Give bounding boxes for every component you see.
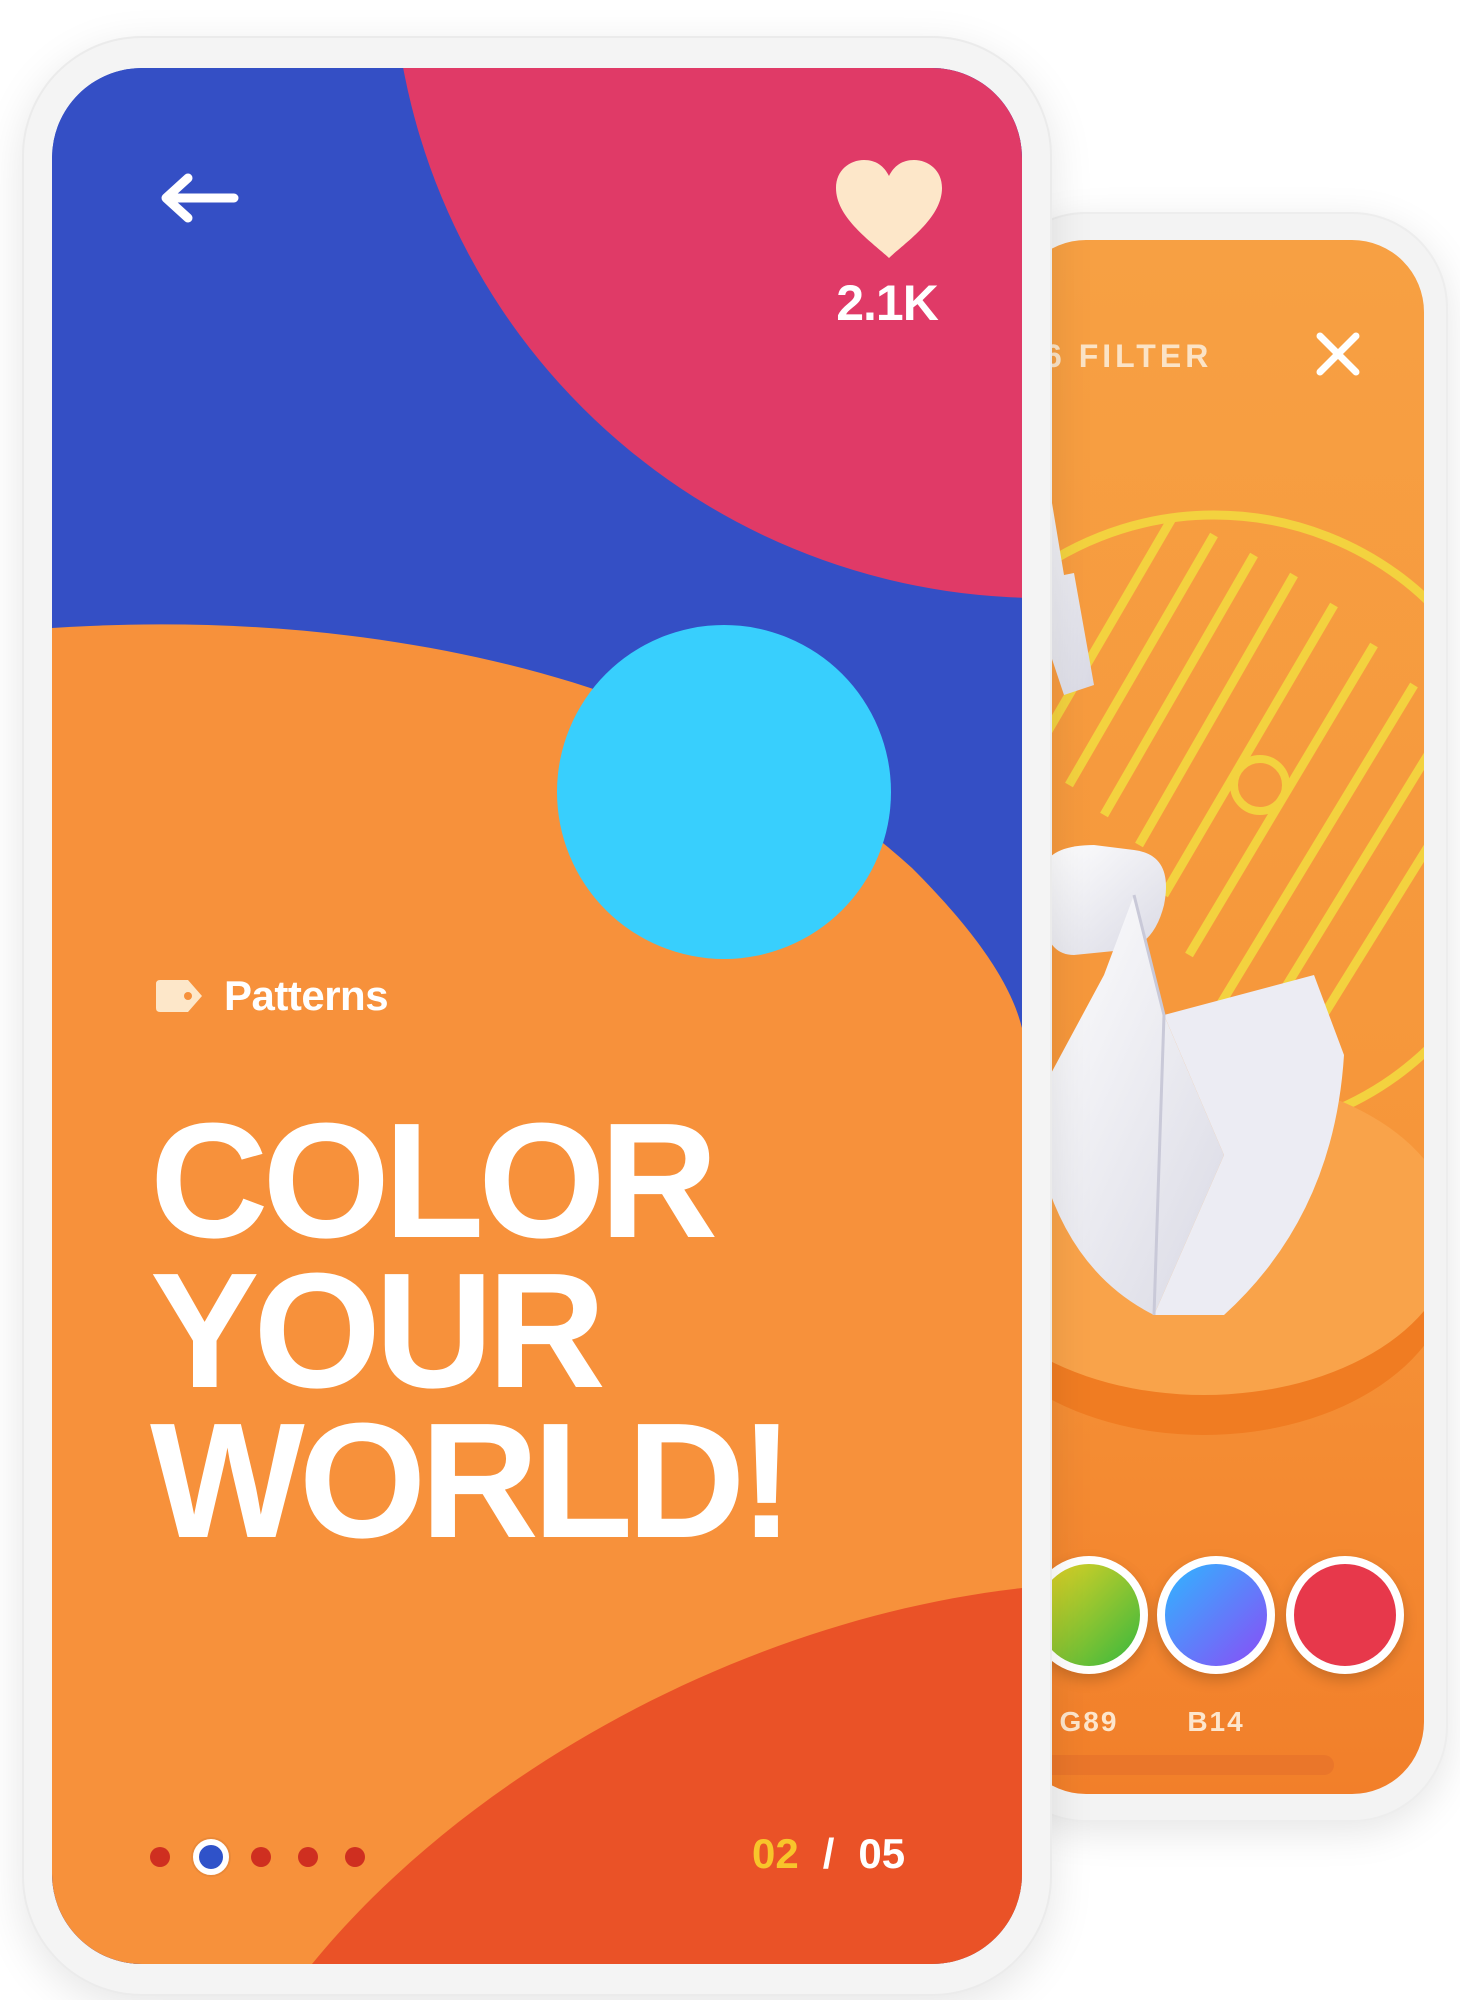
close-icon[interactable] bbox=[1310, 326, 1366, 382]
swatch-partial[interactable] bbox=[1286, 1556, 1404, 1674]
page-separator: / bbox=[822, 1830, 835, 1877]
swatch-b14[interactable] bbox=[1157, 1556, 1275, 1674]
main-screen: 2.1K Patterns COLOR YOUR WORLD! 02 / 05 bbox=[52, 68, 1022, 1964]
filter-phone: 6 FILTER G89 B14 bbox=[990, 212, 1448, 1822]
heart-icon bbox=[836, 160, 942, 258]
tag-icon bbox=[156, 980, 202, 1012]
page-dot-4[interactable] bbox=[298, 1847, 318, 1867]
page-counter: 02 / 05 bbox=[752, 1830, 905, 1878]
page-dot-5[interactable] bbox=[345, 1847, 365, 1867]
like-count: 2.1K bbox=[836, 275, 939, 331]
page-dot-1[interactable] bbox=[150, 1847, 170, 1867]
pagination-dots bbox=[150, 1839, 392, 1875]
main-phone: 2.1K Patterns COLOR YOUR WORLD! 02 / 05 bbox=[22, 36, 1052, 1996]
swatch-label-b14: B14 bbox=[1187, 1706, 1245, 1737]
category-tag[interactable]: Patterns bbox=[152, 966, 389, 1026]
headline-line-3: WORLD! bbox=[150, 1389, 794, 1572]
page-current: 02 bbox=[752, 1830, 799, 1877]
filter-screen: 6 FILTER G89 B14 bbox=[1014, 240, 1424, 1794]
back-arrow-icon[interactable] bbox=[152, 168, 242, 228]
paper-craft-illustration bbox=[1014, 455, 1424, 1435]
swatch-scroll-track[interactable] bbox=[1014, 1755, 1334, 1775]
headline: COLOR YOUR WORLD! bbox=[150, 1089, 794, 1572]
headline-line-1: COLOR bbox=[150, 1089, 718, 1272]
color-swatch-row: G89 B14 bbox=[1014, 1550, 1424, 1770]
page-total: 05 bbox=[858, 1830, 906, 1877]
accent-circle bbox=[557, 625, 891, 959]
category-label: Patterns bbox=[224, 972, 389, 1019]
page-dot-2-active[interactable] bbox=[193, 1839, 229, 1875]
like-button[interactable]: 2.1K bbox=[802, 158, 972, 338]
headline-line-2: YOUR bbox=[150, 1239, 606, 1422]
filter-title: 6 FILTER bbox=[1044, 338, 1213, 374]
page-dot-3[interactable] bbox=[251, 1847, 271, 1867]
